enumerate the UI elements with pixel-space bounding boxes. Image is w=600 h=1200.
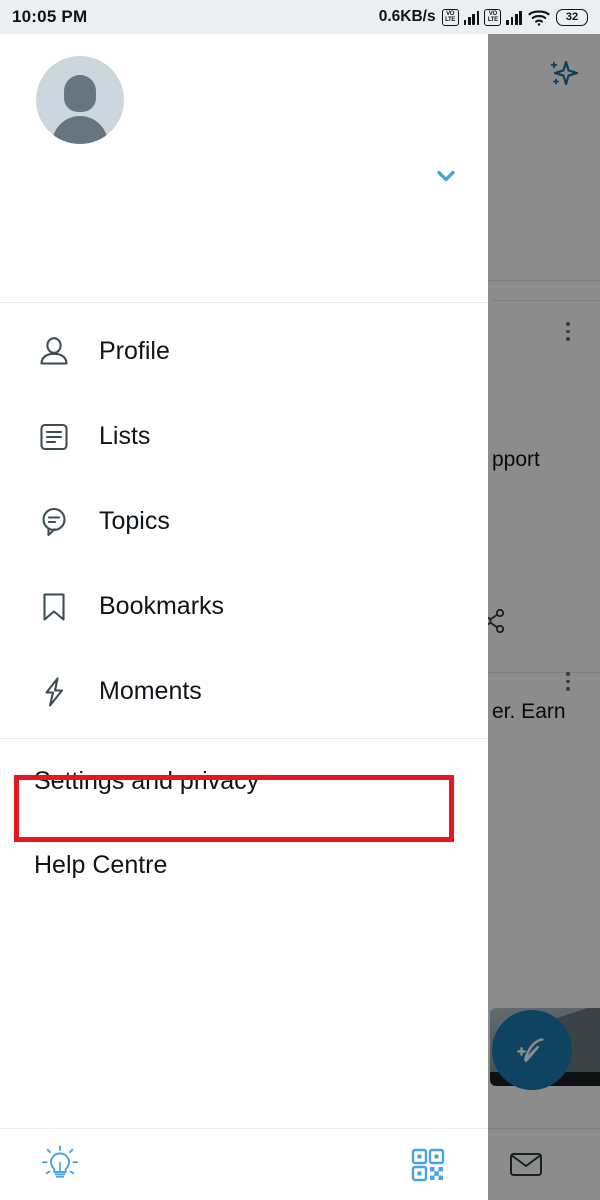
- network-speed-indicator: 0.6KB/s: [378, 8, 436, 25]
- menu-item-lists[interactable]: Lists: [0, 394, 488, 479]
- menu-item-label: Lists: [99, 422, 151, 450]
- menu-item-moments[interactable]: Moments: [0, 649, 488, 734]
- person-icon: [34, 332, 74, 372]
- list-icon: [34, 417, 74, 457]
- menu-item-label: Settings and privacy: [34, 766, 260, 795]
- menu-item-topics[interactable]: Topics: [0, 479, 488, 564]
- menu-item-help-centre[interactable]: Help Centre: [0, 823, 488, 907]
- menu-item-label: Moments: [99, 677, 202, 705]
- status-bar: 10:05 PM 0.6KB/s VO LTE VO LTE 32: [0, 0, 600, 34]
- menu-item-profile[interactable]: Profile: [0, 309, 488, 394]
- drawer-menu-list: Profile Lists Topics Bookmarks Moments: [0, 303, 488, 734]
- menu-item-label: Profile: [99, 337, 170, 365]
- drawer-spacer: [0, 907, 488, 1128]
- menu-item-bookmarks[interactable]: Bookmarks: [0, 564, 488, 649]
- qr-code-icon[interactable]: [404, 1141, 452, 1189]
- drawer-secondary-list: Settings and privacy Help Centre: [0, 739, 488, 907]
- status-clock: 10:05 PM: [12, 7, 88, 26]
- battery-level-text: 32: [565, 11, 579, 23]
- avatar-placeholder-icon[interactable]: [36, 56, 124, 144]
- drawer-header: [0, 34, 488, 303]
- volte-icon: VO LTE: [484, 8, 502, 26]
- wifi-icon: [527, 8, 551, 27]
- lightbulb-icon[interactable]: [36, 1141, 84, 1189]
- signal-bars-icon: [506, 10, 522, 25]
- menu-item-label: Bookmarks: [99, 592, 225, 620]
- battery-indicator: 32: [556, 8, 588, 26]
- volte-icon: VO LTE: [441, 8, 459, 26]
- menu-item-settings-and-privacy[interactable]: Settings and privacy: [0, 739, 488, 823]
- status-indicators: 0.6KB/s VO LTE VO LTE 32: [379, 8, 588, 27]
- drawer-bottom-bar: [0, 1128, 488, 1200]
- menu-item-label: Topics: [99, 507, 170, 535]
- topics-speech-bubble-icon: [34, 502, 74, 542]
- chevron-down-icon[interactable]: [430, 160, 462, 192]
- lightning-bolt-icon: [34, 672, 74, 712]
- menu-item-label: Help Centre: [34, 850, 168, 879]
- navigation-drawer: Profile Lists Topics Bookmarks Moments S…: [0, 34, 488, 1200]
- signal-bars-icon: [463, 10, 480, 25]
- bookmark-icon: [34, 587, 74, 627]
